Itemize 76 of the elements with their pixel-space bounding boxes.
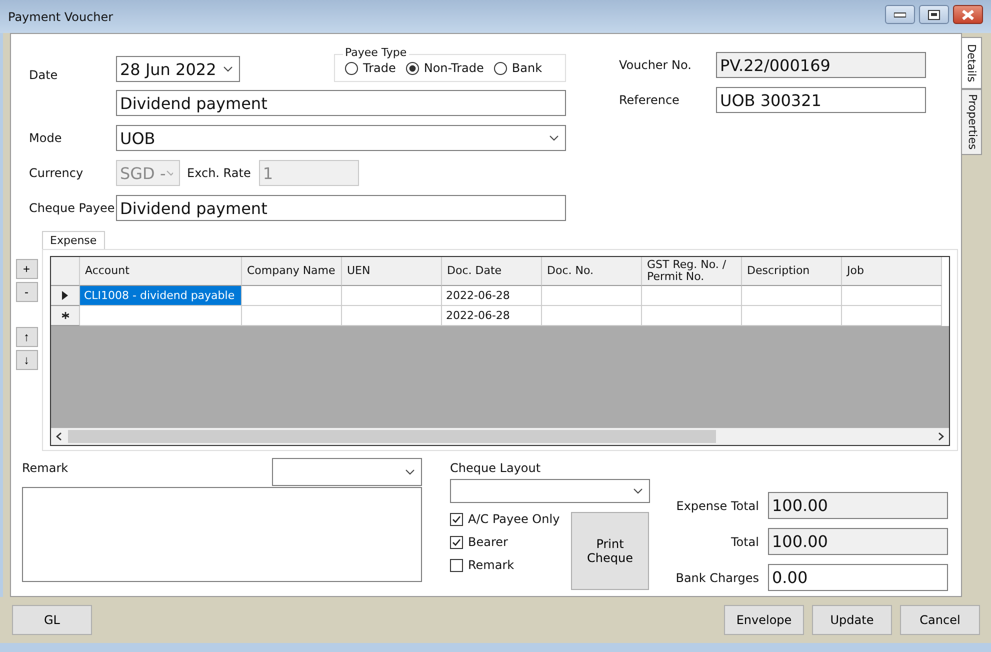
payee-type-legend: Payee Type [343, 46, 409, 59]
chevron-icon [405, 469, 415, 475]
date-picker[interactable]: 28 Jun 2022 [116, 56, 240, 82]
payee-type-radio[interactable]: Trade [345, 61, 396, 75]
column-header[interactable]: Account [80, 257, 242, 286]
payee-type-radio[interactable]: Non-Trade [406, 61, 484, 75]
cheque-option-checkbox[interactable]: Remark [450, 558, 571, 572]
scroll-left-icon [56, 432, 62, 441]
mode-select[interactable]: UOB [116, 125, 566, 151]
chevron-icon [223, 66, 233, 72]
minimize-icon [894, 12, 906, 18]
column-header[interactable]: UEN [342, 257, 442, 286]
close-icon [962, 10, 974, 20]
total-label: Bank Charges [674, 570, 759, 584]
side-tab[interactable]: Details [962, 37, 982, 90]
table-cell[interactable] [842, 306, 942, 326]
table-cell[interactable] [80, 306, 242, 326]
total-label: Total [730, 534, 759, 548]
remark-label: Remark [22, 460, 68, 475]
maximize-button[interactable] [919, 5, 949, 24]
remark-select[interactable] [272, 458, 422, 486]
row-action-button[interactable]: ↑ [16, 327, 38, 347]
grid-corner-header[interactable] [51, 257, 80, 286]
cheque-layout-label: Cheque Layout [450, 461, 542, 475]
column-header[interactable]: Doc. Date [442, 257, 542, 286]
scroll-right-icon [938, 432, 944, 441]
column-header[interactable]: Job [842, 257, 942, 286]
reference-label: Reference [619, 93, 680, 107]
column-header[interactable]: Company Name [242, 257, 342, 286]
row-action-button[interactable]: ↓ [16, 350, 38, 370]
footer-button[interactable]: Update [812, 605, 892, 635]
new-row-icon [62, 312, 68, 319]
table-cell[interactable] [342, 306, 442, 326]
expense-tab[interactable]: Expense [42, 231, 105, 249]
table-cell[interactable]: 2022-06-28 [442, 306, 542, 326]
description-field[interactable]: Dividend payment [116, 90, 566, 116]
gl-button[interactable]: GL [12, 605, 92, 635]
reference-field[interactable]: UOB 300321 [716, 87, 926, 113]
cheque-payee-field[interactable]: Dividend payment [116, 195, 566, 221]
cheque-layout-select[interactable] [450, 479, 650, 503]
table-cell[interactable] [542, 306, 642, 326]
table-cell[interactable] [242, 306, 342, 326]
voucher-no-label: Voucher No. [619, 58, 692, 72]
total-label: Expense Total [675, 498, 759, 512]
table-cell[interactable] [642, 306, 742, 326]
scrollbar-thumb[interactable] [68, 430, 716, 443]
side-tab[interactable]: Properties [962, 89, 982, 155]
table-cell[interactable] [742, 306, 842, 326]
column-header[interactable]: Doc. No. [542, 257, 642, 286]
remark-textarea[interactable] [22, 487, 422, 582]
total-field[interactable]: 0.00 [768, 564, 948, 591]
maximize-icon [928, 10, 940, 20]
column-header[interactable]: Description [742, 257, 842, 286]
cheque-option-checkbox[interactable]: Bearer [450, 535, 571, 549]
chevron-icon [166, 170, 173, 176]
currency-label: Currency [29, 166, 84, 180]
minimize-button[interactable] [885, 5, 915, 24]
footer-button[interactable]: Envelope [724, 605, 804, 635]
close-button[interactable] [953, 5, 983, 24]
footer-button[interactable]: Cancel [900, 605, 980, 635]
current-row-icon [62, 291, 68, 300]
table-cell[interactable]: CLI1008 - dividend payable [80, 286, 242, 306]
mode-label: Mode [29, 131, 63, 145]
column-header[interactable]: GST Reg. No. / Permit No. [642, 257, 742, 286]
horizontal-scrollbar[interactable] [51, 428, 949, 445]
print-cheque-button[interactable]: Print Cheque [571, 512, 649, 590]
cheque-option-checkbox[interactable]: A/C Payee Only [450, 512, 571, 526]
chevron-icon [633, 488, 643, 494]
row-action-button[interactable]: - [16, 282, 38, 302]
window-title: Payment Voucher [8, 10, 114, 24]
exch-rate-label: Exch. Rate [187, 166, 251, 180]
date-label: Date [29, 68, 59, 82]
row-action-button[interactable]: + [16, 259, 38, 279]
payee-type-radio[interactable]: Bank [494, 61, 542, 75]
cheque-payee-label: Cheque Payee [29, 201, 116, 215]
chevron-icon [549, 135, 559, 141]
